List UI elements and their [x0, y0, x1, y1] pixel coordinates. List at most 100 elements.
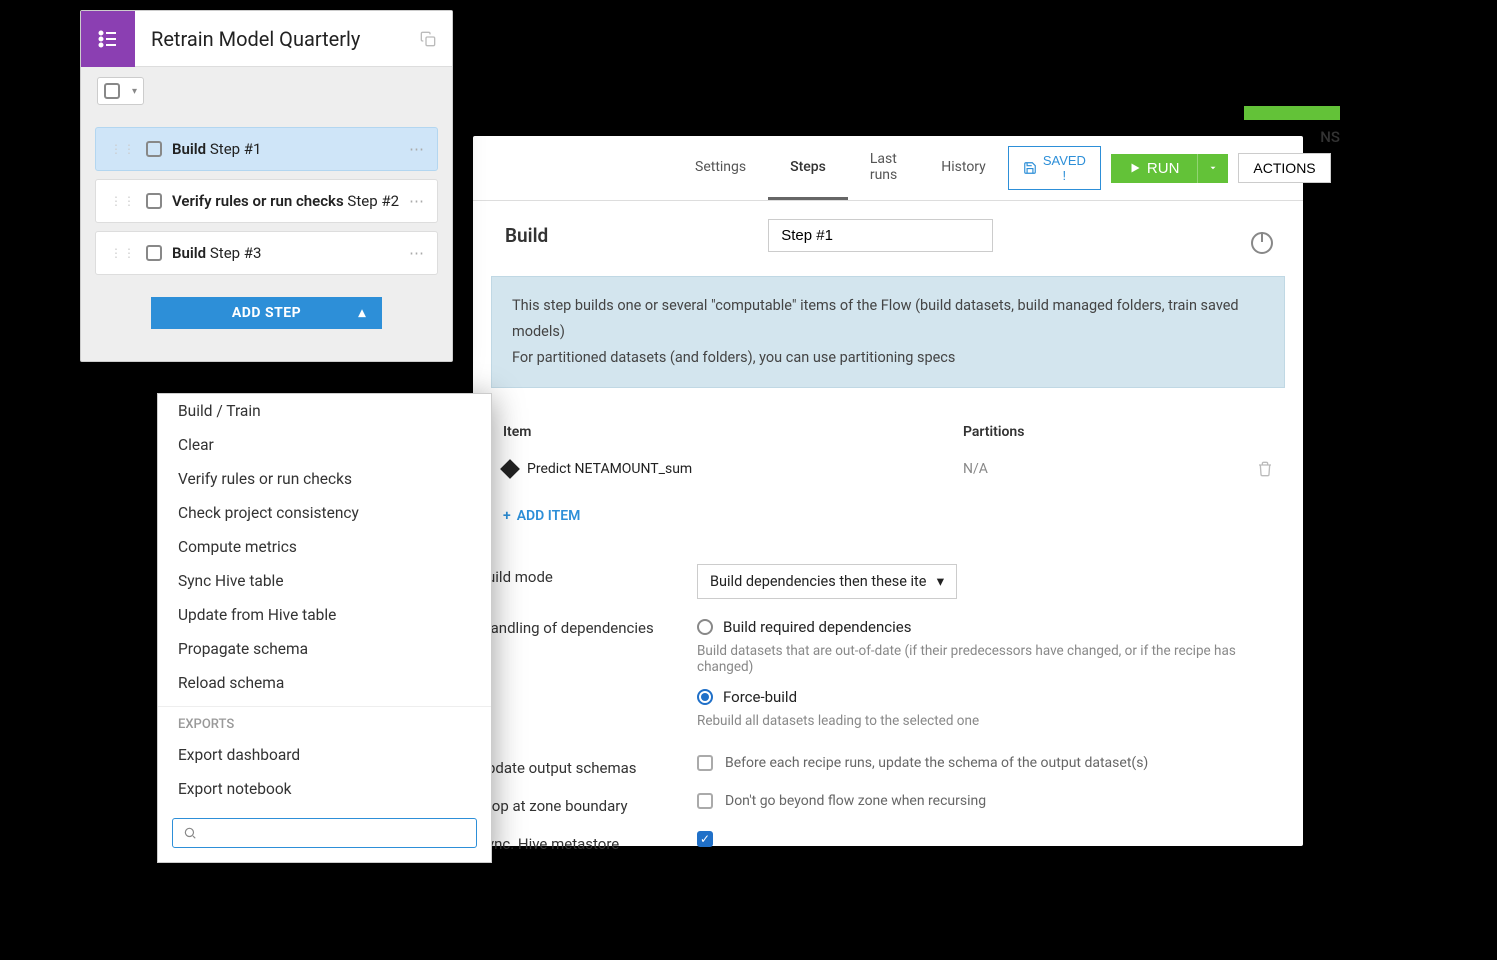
banner-line-2: For partitioned datasets (and folders), … [512, 345, 1264, 371]
stop-zone-label: top at zone boundary [487, 793, 697, 815]
steps-list: ⋮⋮ Build Step #1 ⋯ ⋮⋮ Verify rules or ru… [81, 115, 452, 287]
save-icon [1023, 161, 1037, 175]
search-icon [183, 826, 197, 840]
step-header: Build [473, 201, 1303, 270]
drag-handle-icon[interactable]: ⋮⋮ [110, 142, 136, 156]
drag-handle-icon[interactable]: ⋮⋮ [110, 194, 136, 208]
dd-section-exports: EXPORTS [158, 706, 491, 738]
dd-item-sync-hive[interactable]: Sync Hive table [158, 564, 491, 598]
scenario-header: Retrain Model Quarterly [81, 11, 452, 67]
dd-item-verify[interactable]: Verify rules or run checks [158, 462, 491, 496]
checkbox-help: Before each recipe runs, update the sche… [725, 755, 1148, 771]
dd-item-check-consistency[interactable]: Check project consistency [158, 496, 491, 530]
more-icon[interactable]: ⋯ [409, 192, 425, 210]
power-icon[interactable] [1251, 232, 1273, 254]
radio-build-required[interactable]: Build required dependencies [697, 615, 1289, 639]
radio-icon [697, 689, 713, 705]
step-card[interactable]: ⋮⋮ Build Step #1 ⋯ [95, 127, 438, 171]
help-text: Build datasets that are out-of-date (if … [697, 639, 1289, 685]
items-header: Item Partitions [503, 414, 1273, 450]
chevron-up-icon: ▴ [358, 305, 366, 321]
run-caret-button[interactable] [1198, 154, 1228, 183]
run-button-group: RUN [1111, 154, 1229, 183]
sync-hive-label: ync. Hive metastore [487, 831, 697, 853]
chevron-down-icon: ▾ [937, 573, 944, 590]
dd-item-clear[interactable]: Clear [158, 428, 491, 462]
tabs-row: Settings Steps Last runs History SAVED !… [473, 136, 1303, 201]
add-item-label: ADD ITEM [517, 508, 581, 524]
dd-item-build-train[interactable]: Build / Train [158, 394, 491, 428]
step-card[interactable]: ⋮⋮ Build Step #3 ⋯ [95, 231, 438, 275]
more-icon[interactable]: ⋯ [409, 140, 425, 158]
item-row: Predict NETAMOUNT_sum N/A [503, 450, 1273, 488]
step-name: Verify rules or run checks [172, 192, 344, 210]
tab-settings[interactable]: Settings [673, 136, 768, 200]
play-icon [1129, 162, 1141, 174]
banner-line-1: This step builds one or several "computa… [512, 293, 1264, 345]
build-mode-value: Build dependencies then these ite [710, 573, 927, 590]
drag-handle-icon[interactable]: ⋮⋮ [110, 246, 136, 260]
update-schemas-checkbox[interactable] [697, 755, 713, 771]
tab-last-runs[interactable]: Last runs [848, 136, 919, 200]
actions-button[interactable]: ACTIONS [1238, 153, 1330, 183]
scenario-toolbar: ▾ [81, 67, 452, 115]
saved-button[interactable]: SAVED ! [1008, 146, 1101, 190]
step-type-title: Build [505, 224, 548, 247]
green-accent-bar [1244, 106, 1340, 120]
add-item-button[interactable]: + ADD ITEM [503, 488, 1273, 544]
step-name: Build [172, 140, 206, 158]
radio-icon [697, 619, 713, 635]
checkbox-icon [104, 83, 120, 99]
step-card[interactable]: ⋮⋮ Verify rules or run checks Step #2 ⋯ [95, 179, 438, 223]
run-button[interactable]: RUN [1111, 154, 1199, 183]
info-banner: This step builds one or several "computa… [491, 276, 1285, 388]
update-schemas-label: pdate output schemas [487, 755, 697, 777]
form-section: uild mode Build dependencies then these … [473, 552, 1303, 865]
sync-hive-checkbox[interactable]: ✓ [697, 831, 713, 847]
truncated-text-ns: NS [1320, 128, 1340, 146]
dd-item-export-notebook[interactable]: Export notebook [158, 772, 491, 806]
help-text: Rebuild all datasets leading to the sele… [697, 709, 1289, 739]
item-name: Predict NETAMOUNT_sum [527, 461, 692, 477]
run-label: RUN [1147, 160, 1180, 177]
dd-item-reload-schema[interactable]: Reload schema [158, 666, 491, 700]
scenario-list-icon[interactable] [81, 11, 135, 67]
plus-icon: + [503, 508, 511, 524]
step-detail-panel: NS Settings Steps Last runs History SAVE… [473, 136, 1303, 846]
model-diamond-icon [500, 459, 520, 479]
stop-zone-checkbox[interactable] [697, 793, 713, 809]
step-suffix: Step #3 [210, 244, 262, 262]
step-checkbox[interactable] [146, 193, 162, 209]
step-checkbox[interactable] [146, 245, 162, 261]
dropdown-search-input[interactable] [205, 825, 466, 841]
dd-item-export-dashboard[interactable]: Export dashboard [158, 738, 491, 772]
chevron-down-icon: ▾ [126, 86, 143, 97]
add-step-button[interactable]: ADD STEP ▴ [151, 297, 382, 329]
build-mode-label: uild mode [487, 564, 697, 586]
copy-icon[interactable] [420, 31, 452, 47]
item-partitions: N/A [963, 461, 988, 477]
add-step-dropdown: Build / Train Clear Verify rules or run … [157, 393, 492, 863]
trash-icon[interactable] [1257, 460, 1273, 478]
tab-history[interactable]: History [919, 136, 1008, 200]
scenario-steps-panel: Retrain Model Quarterly ▾ ⋮⋮ Build Step … [80, 10, 453, 362]
chevron-down-icon [1208, 163, 1218, 173]
step-name-input[interactable] [768, 219, 993, 252]
col-header-partitions: Partitions [963, 424, 1024, 440]
dd-item-compute-metrics[interactable]: Compute metrics [158, 530, 491, 564]
items-section: Item Partitions Predict NETAMOUNT_sum N/… [473, 406, 1303, 552]
step-checkbox[interactable] [146, 141, 162, 157]
radio-label: Force-build [723, 688, 797, 706]
tab-steps[interactable]: Steps [768, 136, 848, 200]
build-mode-select[interactable]: Build dependencies then these ite ▾ [697, 564, 957, 599]
dd-item-update-hive[interactable]: Update from Hive table [158, 598, 491, 632]
radio-label: Build required dependencies [723, 618, 911, 636]
more-icon[interactable]: ⋯ [409, 244, 425, 262]
dropdown-search[interactable] [172, 818, 477, 848]
step-suffix: Step #2 [347, 192, 399, 210]
dd-item-propagate-schema[interactable]: Propagate schema [158, 632, 491, 666]
radio-force-build[interactable]: Force-build [697, 685, 1289, 709]
add-step-label: ADD STEP [232, 305, 301, 321]
step-name: Build [172, 244, 206, 262]
select-all-dropdown[interactable]: ▾ [97, 77, 144, 105]
